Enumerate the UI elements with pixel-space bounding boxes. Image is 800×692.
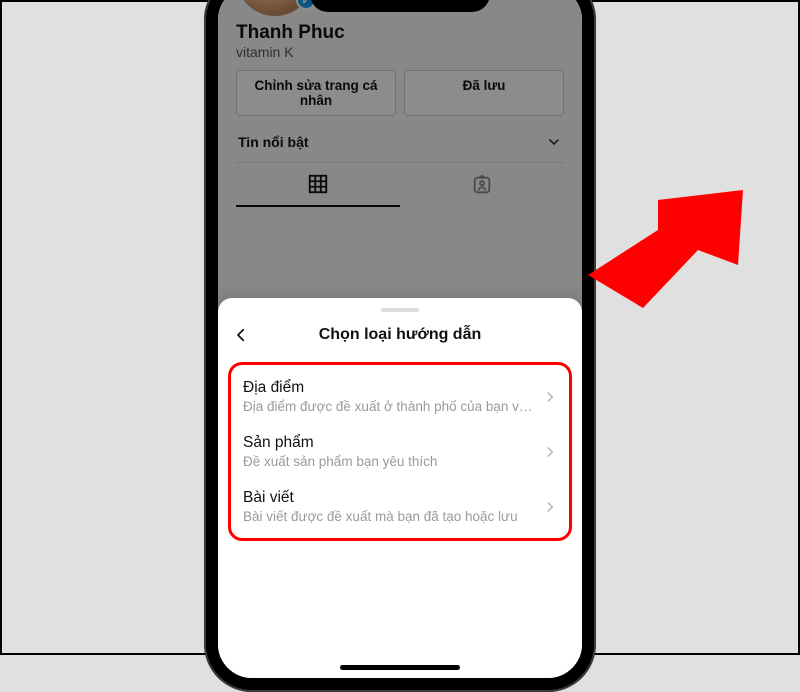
chevron-right-icon xyxy=(543,390,557,404)
annotation-highlight-box: Địa điểm Địa điểm được đề xuất ở thành p… xyxy=(228,362,572,541)
option-posts[interactable]: Bài viết Bài viết được đề xuất mà bạn đã… xyxy=(231,479,569,534)
sheet-handle[interactable] xyxy=(381,308,419,312)
option-subtitle: Địa điểm được đề xuất ở thành phố của bạ… xyxy=(243,399,535,414)
back-button[interactable] xyxy=(232,326,250,344)
annotation-arrow-icon xyxy=(588,190,748,310)
option-products[interactable]: Sản phẩm Đề xuất sản phẩm bạn yêu thích xyxy=(231,424,569,479)
phone-frame: ✓ Thanh Phuc vitamin K Chỉnh sửa trang c… xyxy=(204,0,596,692)
chevron-right-icon xyxy=(543,500,557,514)
option-title: Sản phẩm xyxy=(243,434,535,452)
screen: ✓ Thanh Phuc vitamin K Chỉnh sửa trang c… xyxy=(218,0,582,678)
sheet-title: Chọn loại hướng dẫn xyxy=(218,326,582,344)
phone-bezel: ✓ Thanh Phuc vitamin K Chỉnh sửa trang c… xyxy=(208,0,592,688)
option-title: Bài viết xyxy=(243,489,535,507)
option-places[interactable]: Địa điểm Địa điểm được đề xuất ở thành p… xyxy=(231,369,569,424)
home-indicator[interactable] xyxy=(340,665,460,670)
option-subtitle: Đề xuất sản phẩm bạn yêu thích xyxy=(243,454,535,469)
option-title: Địa điểm xyxy=(243,379,535,397)
option-subtitle: Bài viết được đề xuất mà bạn đã tạo hoặc… xyxy=(243,509,535,524)
chevron-right-icon xyxy=(543,445,557,459)
phone-notch xyxy=(310,0,490,12)
bottom-sheet: Chọn loại hướng dẫn Địa điểm Địa điểm đư… xyxy=(218,298,582,678)
